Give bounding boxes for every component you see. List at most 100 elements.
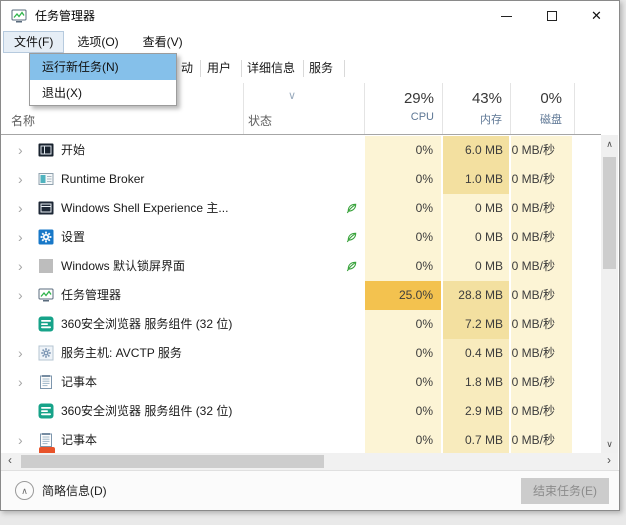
memory-cell: 28.8 MB bbox=[443, 281, 509, 310]
scroll-right-icon[interactable]: › bbox=[601, 453, 617, 470]
file-menu-dropdown: 运行新任务(N)退出(X) bbox=[29, 53, 177, 106]
column-name[interactable]: 名称 bbox=[11, 112, 35, 129]
column-disk[interactable]: 0% 磁盘 bbox=[510, 83, 574, 134]
process-name: Runtime Broker bbox=[61, 165, 144, 194]
horizontal-scrollbar-thumb[interactable] bbox=[21, 455, 324, 468]
tab-1[interactable]: 用户 bbox=[207, 53, 231, 83]
scroll-up-icon[interactable]: ∧ bbox=[601, 136, 618, 152]
tab-2[interactable]: 详细信息 bbox=[247, 53, 295, 83]
cpu-column-label: CPU bbox=[364, 111, 434, 123]
browser360-icon bbox=[38, 316, 54, 332]
suspended-leaf-icon bbox=[345, 260, 358, 273]
menu-1[interactable]: 选项(O) bbox=[66, 31, 129, 53]
tab-0[interactable]: 动 bbox=[181, 53, 193, 83]
row-expander-icon[interactable]: › bbox=[18, 252, 23, 281]
process-name: 服务主机: AVCTP 服务 bbox=[61, 339, 182, 368]
menu-0[interactable]: 文件(F) bbox=[3, 31, 64, 53]
process-row[interactable]: 360安全浏览器 服务组件 (32 位)0%2.9 MB0 MB/秒 bbox=[1, 397, 601, 426]
disk-cell: 0 MB/秒 bbox=[511, 397, 572, 426]
disk-cell: 0 MB/秒 bbox=[511, 368, 572, 397]
process-row[interactable]: 360安全浏览器 服务组件 (32 位)0%7.2 MB0 MB/秒 bbox=[1, 310, 601, 339]
row-expander-icon[interactable]: › bbox=[18, 368, 23, 397]
process-row[interactable]: ›记事本0%1.8 MB0 MB/秒 bbox=[1, 368, 601, 397]
cpu-cell: 0% bbox=[365, 136, 441, 165]
process-name: 开始 bbox=[61, 136, 85, 165]
row-expander-icon[interactable]: › bbox=[18, 223, 23, 252]
scroll-down-icon[interactable]: ∨ bbox=[601, 436, 618, 452]
column-cpu[interactable]: 29% CPU bbox=[364, 83, 442, 134]
minimize-button[interactable] bbox=[484, 1, 529, 31]
close-button[interactable]: ✕ bbox=[574, 1, 619, 31]
column-divider bbox=[574, 83, 575, 134]
window-title: 任务管理器 bbox=[35, 1, 95, 31]
details-toggle-label[interactable]: 简略信息(D) bbox=[42, 471, 107, 511]
vertical-scrollbar[interactable]: ∧ ∨ bbox=[601, 135, 618, 453]
process-name: Windows Shell Experience 主... bbox=[61, 194, 228, 223]
memory-cell: 1.8 MB bbox=[443, 368, 509, 397]
disk-cell: 0 MB/秒 bbox=[511, 165, 572, 194]
notepad-icon bbox=[38, 432, 54, 448]
disk-cell: 0 MB/秒 bbox=[511, 194, 572, 223]
disk-cell: 0 MB/秒 bbox=[511, 252, 572, 281]
minimize-icon bbox=[501, 16, 512, 17]
tab-separator bbox=[200, 60, 201, 77]
suspended-leaf-icon bbox=[345, 202, 358, 215]
windowdark-icon bbox=[38, 200, 54, 216]
disk-cell: 0 MB/秒 bbox=[511, 281, 572, 310]
window-icon bbox=[38, 171, 54, 187]
row-expander-icon[interactable]: › bbox=[18, 194, 23, 223]
service-icon bbox=[38, 345, 54, 361]
maximize-button[interactable] bbox=[529, 1, 574, 31]
cpu-cell: 0% bbox=[365, 194, 441, 223]
memory-cell: 0 MB bbox=[443, 252, 509, 281]
column-divider bbox=[442, 83, 443, 134]
column-divider bbox=[364, 83, 365, 134]
tab-3[interactable]: 服务 bbox=[309, 53, 333, 83]
browser360-icon bbox=[38, 403, 54, 419]
disk-cell: 0 MB/秒 bbox=[511, 223, 572, 252]
process-row[interactable]: ›Runtime Broker0%1.0 MB0 MB/秒 bbox=[1, 165, 601, 194]
process-row[interactable]: › Windows 默认锁屏界面 0%0 MB0 MB/秒 bbox=[1, 252, 601, 281]
process-name: Windows 默认锁屏界面 bbox=[61, 252, 185, 281]
column-divider bbox=[243, 83, 244, 134]
memory-cell: 0 MB bbox=[443, 223, 509, 252]
column-status[interactable]: 状态 bbox=[248, 112, 272, 129]
file-menu-item-1[interactable]: 退出(X) bbox=[30, 80, 176, 106]
menu-2[interactable]: 查看(V) bbox=[132, 31, 194, 53]
memory-cell: 0 MB bbox=[443, 194, 509, 223]
vertical-scrollbar-thumb[interactable] bbox=[603, 157, 616, 269]
scroll-left-icon[interactable]: ‹ bbox=[2, 453, 18, 470]
suspended-leaf-icon bbox=[345, 231, 358, 244]
details-toggle-button[interactable]: ∧ bbox=[15, 481, 34, 500]
row-expander-icon[interactable]: › bbox=[18, 165, 23, 194]
cpu-cell: 0% bbox=[365, 426, 441, 454]
process-row[interactable]: ›任务管理器25.0%28.8 MB0 MB/秒 bbox=[1, 281, 601, 310]
memory-cell: 2.9 MB bbox=[443, 397, 509, 426]
process-table-body: ›开始0%6.0 MB0 MB/秒›Runtime Broker0%1.0 MB… bbox=[1, 135, 601, 454]
cpu-cell: 0% bbox=[365, 252, 441, 281]
file-menu-item-0[interactable]: 运行新任务(N) bbox=[30, 54, 176, 80]
disk-column-label: 磁盘 bbox=[510, 111, 562, 127]
disk-cell: 0 MB/秒 bbox=[511, 426, 572, 454]
memory-cell: 0.4 MB bbox=[443, 339, 509, 368]
process-row[interactable]: ›开始0%6.0 MB0 MB/秒 bbox=[1, 136, 601, 165]
details-chevron-icon: ∧ bbox=[21, 486, 28, 496]
cpu-cell: 0% bbox=[365, 223, 441, 252]
process-row[interactable]: ›服务主机: AVCTP 服务0%0.4 MB0 MB/秒 bbox=[1, 339, 601, 368]
maximize-icon bbox=[547, 11, 557, 21]
horizontal-scrollbar[interactable]: ‹ › bbox=[1, 453, 618, 470]
disk-cell: 0 MB/秒 bbox=[511, 136, 572, 165]
end-task-button[interactable]: 结束任务(E) bbox=[521, 478, 609, 504]
tab-separator bbox=[241, 60, 242, 77]
row-expander-icon[interactable]: › bbox=[18, 339, 23, 368]
row-expander-icon[interactable]: › bbox=[18, 426, 23, 454]
column-memory[interactable]: 43% 内存 bbox=[442, 83, 510, 134]
process-row[interactable]: ›设置0%0 MB0 MB/秒 bbox=[1, 223, 601, 252]
row-expander-icon[interactable]: › bbox=[18, 281, 23, 310]
notepad-icon bbox=[38, 374, 54, 390]
task-manager-window: 任务管理器 ✕ 文件(F)选项(O)查看(V) 动用户详细信息服务 名称 ∨ 状… bbox=[0, 0, 620, 511]
process-row[interactable]: › Windows Shell Experience 主... 0%0 MB0 MB… bbox=[1, 194, 601, 223]
row-expander-icon[interactable]: › bbox=[18, 136, 23, 165]
process-row[interactable]: ›记事本0%0.7 MB0 MB/秒 bbox=[1, 426, 601, 454]
sort-indicator-icon: ∨ bbox=[288, 89, 296, 102]
